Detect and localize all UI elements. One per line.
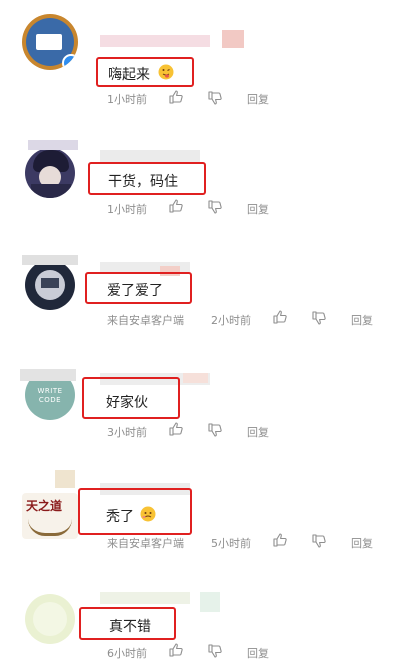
comment-text: 秃了	[106, 509, 134, 525]
blurred-username	[55, 470, 75, 488]
like-icon[interactable]	[169, 90, 183, 104]
like-icon[interactable]	[169, 199, 183, 213]
comment-time: 5小时前	[211, 537, 251, 550]
comment-source: 来自安卓客户端	[107, 314, 184, 327]
comment-content-box: 爱了爱了	[85, 272, 192, 304]
dislike-icon[interactable]	[312, 311, 326, 325]
avatar-label: 天之道	[26, 499, 63, 513]
user-avatar[interactable]	[25, 148, 75, 198]
comment-text: 真不错	[109, 619, 151, 635]
comment-content-box: 嗨起来	[96, 57, 194, 87]
blurred-username	[20, 369, 76, 381]
comment-time: 1小时前	[107, 93, 147, 106]
comment-text: 爱了爱了	[107, 283, 163, 299]
dislike-icon[interactable]	[312, 534, 326, 548]
reply-button[interactable]: 回复	[351, 312, 373, 328]
comment-time: 1小时前	[107, 203, 147, 216]
reply-button[interactable]: 回复	[247, 645, 269, 661]
comment-content-box: 好家伙	[82, 377, 180, 419]
blurred-username	[183, 373, 208, 383]
dislike-icon[interactable]	[208, 423, 222, 437]
comment-time: 2小时前	[211, 314, 251, 327]
reply-button[interactable]: 回复	[351, 535, 373, 551]
user-avatar[interactable]: 天之道	[22, 493, 78, 539]
like-icon[interactable]	[273, 310, 287, 324]
comment-source: 来自安卓客户端	[107, 537, 184, 550]
comment-time: 3小时前	[107, 426, 147, 439]
comment-time: 6小时前	[107, 647, 147, 660]
blurred-username	[100, 592, 190, 604]
reply-button[interactable]: 回复	[247, 91, 269, 107]
comment-text: 好家伙	[106, 395, 148, 411]
blurred-username	[100, 150, 200, 162]
user-avatar[interactable]	[22, 14, 78, 70]
tongue-face-emoji-icon	[158, 64, 174, 80]
like-icon[interactable]	[169, 643, 183, 657]
blurred-username	[100, 35, 210, 47]
blurred-username	[200, 592, 220, 612]
dislike-icon[interactable]	[208, 200, 222, 214]
comment-text: 干货，码住	[108, 174, 178, 190]
comment-content-box: 真不错	[79, 607, 176, 640]
reply-button[interactable]: 回复	[247, 201, 269, 217]
bald-face-emoji-icon	[140, 506, 156, 522]
avatar-label: WRITE	[37, 387, 63, 395]
dislike-icon[interactable]	[208, 91, 222, 105]
blurred-username	[222, 30, 244, 48]
comment-content-box: 秃了	[78, 488, 192, 535]
blurred-username	[28, 140, 78, 150]
dislike-icon[interactable]	[208, 644, 222, 658]
user-avatar[interactable]	[25, 260, 75, 310]
blurred-username	[22, 255, 78, 265]
avatar-label: CODE	[38, 396, 62, 404]
reply-button[interactable]: 回复	[247, 424, 269, 440]
user-avatar[interactable]	[25, 594, 75, 644]
like-icon[interactable]	[169, 422, 183, 436]
like-icon[interactable]	[273, 533, 287, 547]
comment-text: 嗨起来	[108, 67, 150, 83]
comment-content-box: 干货，码住	[88, 162, 206, 195]
